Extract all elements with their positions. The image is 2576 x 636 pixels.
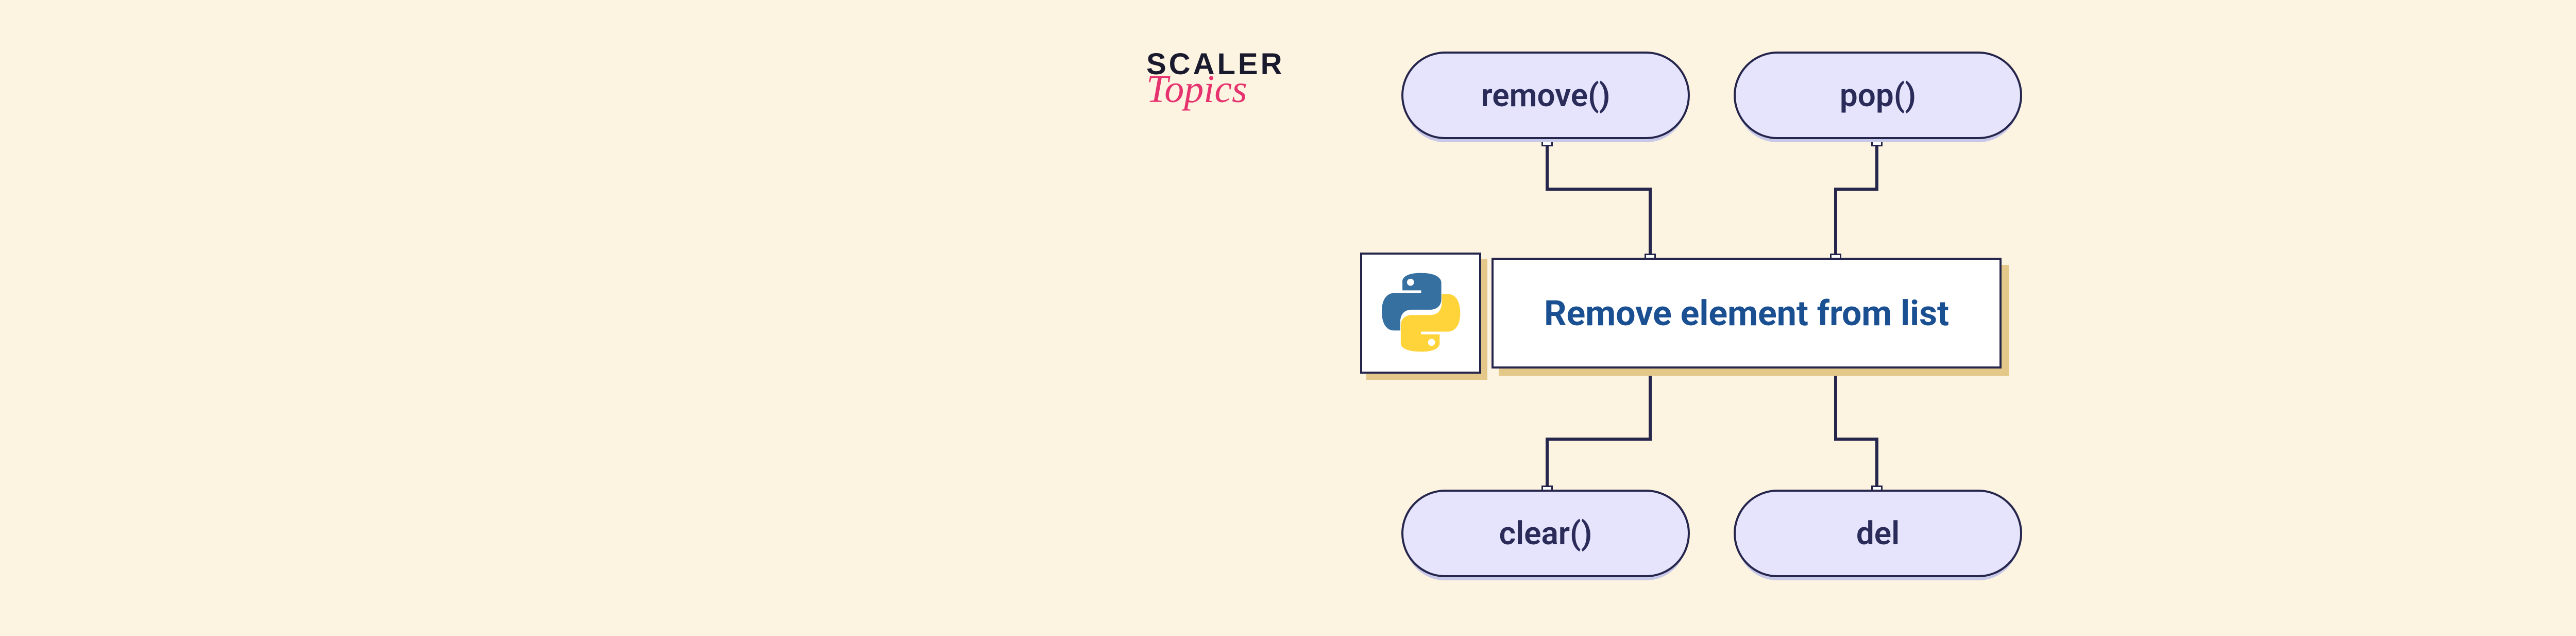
connector-line	[1875, 438, 1878, 492]
node-label: remove()	[1481, 77, 1611, 114]
connector-line	[1834, 188, 1878, 191]
connector-line	[1875, 139, 1878, 191]
connector-line	[1546, 139, 1549, 191]
node-pop: pop()	[1734, 52, 2022, 139]
node-label: pop()	[1840, 77, 1916, 114]
connector-line	[1649, 369, 1652, 441]
logo-text-bottom: Topics	[1146, 73, 1247, 106]
connector-line	[1834, 438, 1878, 441]
connector-line	[1546, 438, 1652, 441]
python-logo-box	[1360, 253, 1481, 374]
connector-line	[1649, 188, 1652, 260]
connector-line	[1546, 188, 1652, 191]
connector-line	[1834, 369, 1837, 441]
scaler-logo: SCALER Topics	[1146, 52, 1284, 106]
python-logo-icon	[1380, 271, 1462, 356]
diagram-canvas: SCALER Topics remove() pop() clear() del…	[0, 0, 2576, 636]
node-remove: remove()	[1401, 52, 1690, 139]
connector-line	[1834, 188, 1837, 260]
node-del: del	[1734, 490, 2022, 577]
center-title-card: Remove element from list	[1492, 258, 2002, 369]
node-clear: clear()	[1401, 490, 1690, 577]
connector-line	[1546, 438, 1549, 492]
node-label: del	[1856, 515, 1900, 553]
center-title-text: Remove element from list	[1544, 293, 1949, 334]
node-label: clear()	[1499, 515, 1592, 553]
